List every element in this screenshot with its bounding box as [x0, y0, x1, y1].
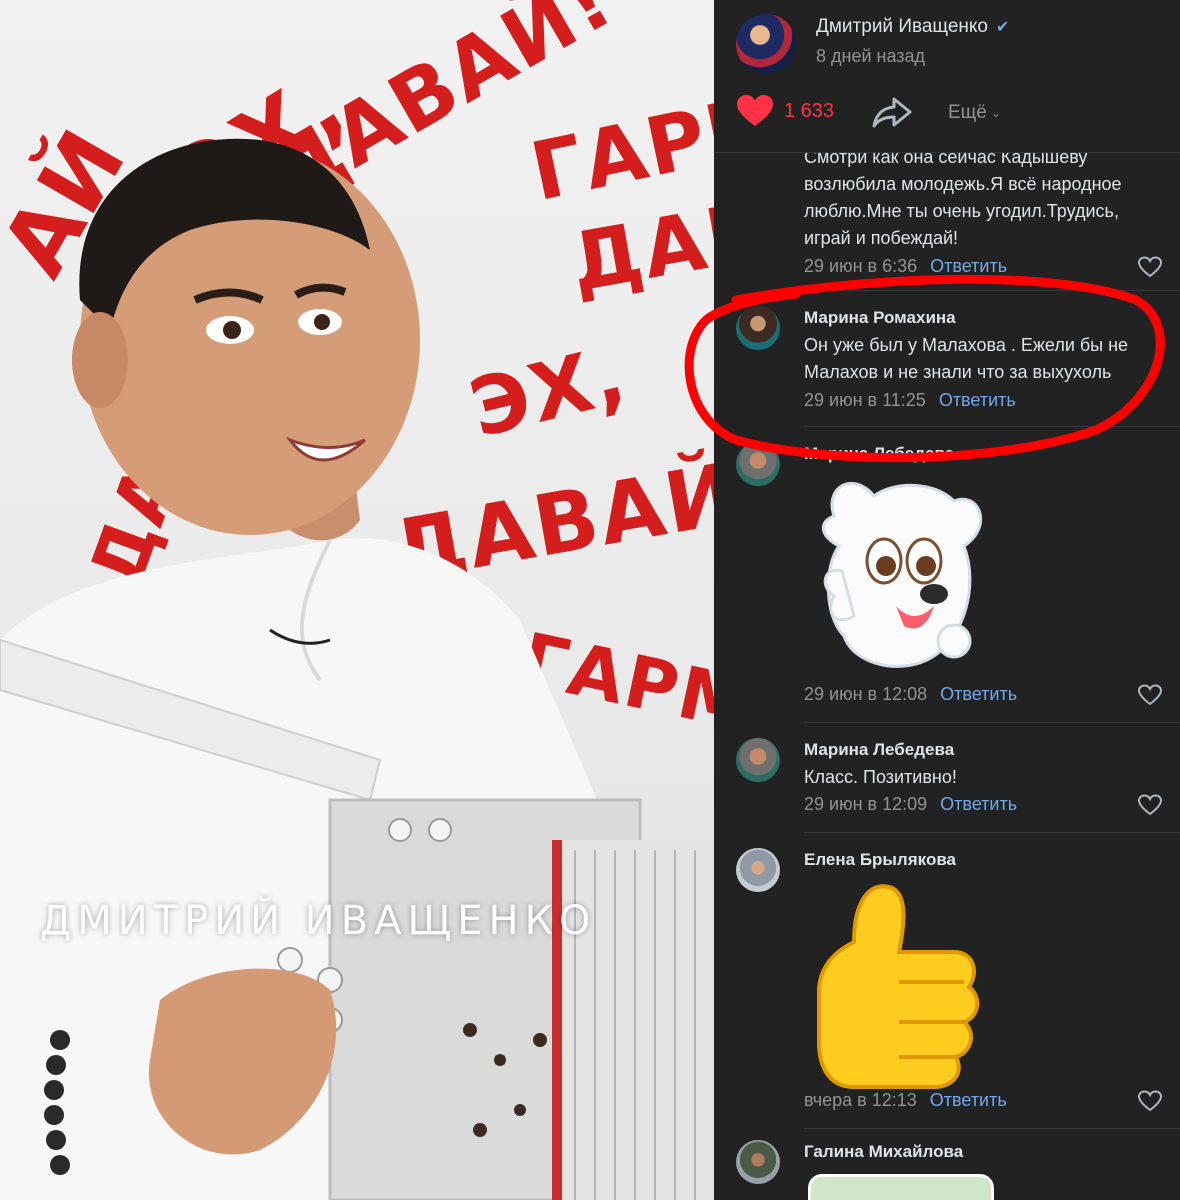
chevron-down-icon: ⌄: [990, 106, 1001, 120]
comment-author[interactable]: Марина Лебедева: [804, 444, 954, 464]
author-name-text[interactable]: Дмитрий Иващенко: [816, 16, 988, 37]
reply-link[interactable]: Ответить: [930, 1090, 1007, 1110]
post-date[interactable]: 8 дней назад: [816, 46, 925, 67]
comment-text: Он уже был у Малахова . Ежели бы не Мала…: [804, 335, 1129, 382]
comment-author[interactable]: Елена Брылякова: [804, 850, 956, 870]
comment-date: 29 июн в 12:08: [804, 684, 928, 704]
heart-icon: [737, 95, 773, 126]
author-avatar[interactable]: [736, 14, 796, 74]
more-button[interactable]: Ещё ⌄: [948, 102, 1001, 124]
comment-date: вчера в 12:13: [804, 1090, 917, 1110]
avatar[interactable]: [736, 442, 780, 486]
avatar[interactable]: [736, 848, 780, 892]
comment-date: 29 июн в 6:36: [804, 256, 918, 276]
avatar[interactable]: [736, 1140, 780, 1184]
comment-meta: 29 июн в 11:25 Ответить: [804, 390, 1016, 411]
more-label: Ещё: [948, 102, 987, 123]
verified-icon: ✔: [996, 19, 1010, 36]
post-header: Дмитрий Иващенко ✔ 8 дней назад 1 633 Ещё…: [714, 0, 1180, 152]
comment-item: Смотри как она сейчас Кадышеву возлюбила…: [714, 140, 1180, 290]
like-count: 1 633: [784, 99, 835, 122]
comment-author[interactable]: Марина Ромахина: [804, 308, 956, 328]
comment-author[interactable]: Галина Михайлова: [804, 1142, 963, 1162]
divider: [804, 426, 1180, 427]
comment-item: Галина Михайлова: [714, 1134, 1180, 1200]
heart-outline-icon[interactable]: [1138, 256, 1162, 278]
heart-outline-icon[interactable]: [1138, 794, 1162, 816]
comment-author[interactable]: Марина Лебедева: [804, 740, 954, 760]
comments-panel: Смотри как она сейчас Кадышеву возлюбила…: [714, 0, 1180, 1200]
divider: [804, 722, 1180, 723]
comment-date: 29 июн в 12:09: [804, 794, 928, 814]
divider: [714, 152, 1180, 153]
divider: [804, 1128, 1180, 1129]
comment-text: Смотри как она сейчас Кадышеву возлюбила…: [804, 147, 1122, 248]
comment-item: Марина Лебедева Класс. Позитивно! 29 июн…: [714, 728, 1180, 838]
dog-sticker: [821, 482, 983, 668]
like-button[interactable]: 1 633: [736, 94, 834, 128]
share-icon[interactable]: [872, 96, 912, 128]
reply-link[interactable]: Ответить: [930, 256, 1007, 276]
comment-text: Класс. Позитивно!: [804, 767, 957, 787]
reply-link[interactable]: Ответить: [940, 794, 1017, 814]
photo-caption: ДМИТРИЙ ИВАЩЕНКО: [40, 898, 597, 944]
person-illustration: [0, 138, 714, 1200]
sticker-preview: [808, 1174, 994, 1200]
comment-meta: вчера в 12:13 Ответить: [804, 1090, 1007, 1111]
avatar[interactable]: [736, 738, 780, 782]
comment-item: Марина Лебедева 29 июн в 12:08 Ответить: [714, 432, 1180, 722]
reply-link[interactable]: Ответить: [939, 390, 1016, 410]
reply-link[interactable]: Ответить: [940, 684, 1017, 704]
comment-date: 29 июн в 11:25: [804, 390, 926, 410]
thumbs-up-sticker: [817, 884, 980, 1089]
comment-meta: 29 июн в 6:36 Ответить: [804, 256, 1007, 277]
divider: [804, 832, 1180, 833]
comment-meta: 29 июн в 12:09 Ответить: [804, 794, 1017, 815]
author-name[interactable]: Дмитрий Иващенко ✔: [816, 16, 1009, 38]
comment-meta: 29 июн в 12:08 Ответить: [804, 684, 1017, 705]
heart-outline-icon[interactable]: [1138, 1090, 1162, 1112]
avatar[interactable]: [736, 306, 780, 350]
heart-outline-icon[interactable]: [1138, 684, 1162, 706]
comment-item: Елена Брылякова вчера в 12:13 Ответить: [714, 838, 1180, 1128]
post-photo[interactable]: ЭХ, ДАВАЙ! ГАРМ ДАВ ЭХ, ДАВАЙ! ГАРМ ДАВА…: [0, 0, 714, 1200]
comment-item: Марина Ромахина Он уже был у Малахова . …: [714, 296, 1180, 426]
post-actions: 1 633 Ещё ⌄: [736, 94, 1156, 134]
divider: [804, 290, 1180, 291]
